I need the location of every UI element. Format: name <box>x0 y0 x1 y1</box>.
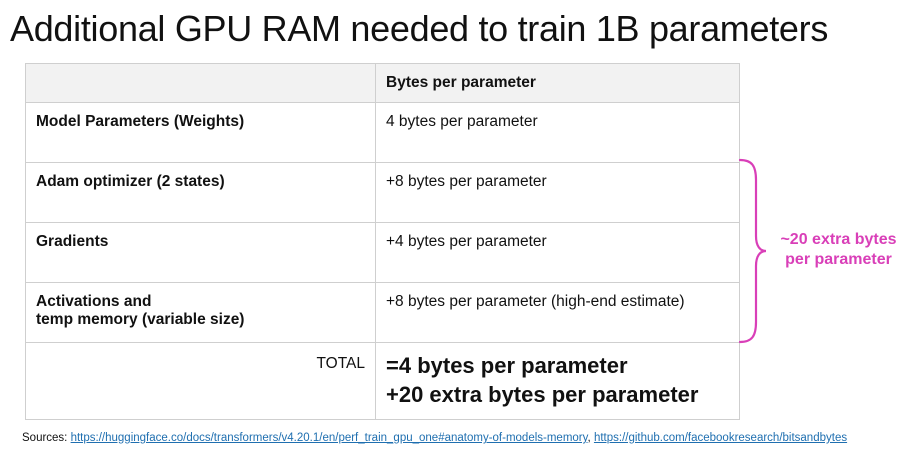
header-cell-bytes: Bytes per parameter <box>375 63 740 103</box>
table-row: Gradients +4 bytes per parameter <box>25 222 740 283</box>
row-label: Model Parameters (Weights) <box>25 102 376 163</box>
table-header-row: Bytes per parameter <box>25 63 740 103</box>
row-label: Adam optimizer (2 states) <box>25 162 376 223</box>
row-value: +4 bytes per parameter <box>375 222 740 283</box>
page-title: Additional GPU RAM needed to train 1B pa… <box>10 8 829 49</box>
table-row: Activations and temp memory (variable si… <box>25 282 740 343</box>
row-value: +8 bytes per parameter <box>375 162 740 223</box>
row-value: +8 bytes per parameter (high-end estimat… <box>375 282 740 343</box>
row-label: Activations and temp memory (variable si… <box>25 282 376 343</box>
total-value: =4 bytes per parameter +20 extra bytes p… <box>375 342 740 420</box>
bitsandbytes-link[interactable]: https://github.com/facebookresearch/bits… <box>594 432 847 444</box>
sources-separator: , <box>587 432 591 444</box>
curly-brace-icon <box>738 158 767 344</box>
table-row: Model Parameters (Weights) 4 bytes per p… <box>25 102 740 163</box>
total-row: TOTAL =4 bytes per parameter +20 extra b… <box>25 342 740 420</box>
table-row: Adam optimizer (2 states) +8 bytes per p… <box>25 162 740 223</box>
header-cell-empty <box>25 63 376 103</box>
row-value: 4 bytes per parameter <box>375 102 740 163</box>
huggingface-link[interactable]: https://huggingface.co/docs/transformers… <box>71 432 588 444</box>
sources-footer: Sources: https://huggingface.co/docs/tra… <box>22 432 847 444</box>
row-label: Gradients <box>25 222 376 283</box>
memory-table: Bytes per parameter Model Parameters (We… <box>25 63 740 420</box>
sources-label: Sources: <box>22 432 68 444</box>
extra-bytes-annotation: ~20 extra bytes per parameter <box>780 231 897 268</box>
total-label: TOTAL <box>25 342 376 420</box>
